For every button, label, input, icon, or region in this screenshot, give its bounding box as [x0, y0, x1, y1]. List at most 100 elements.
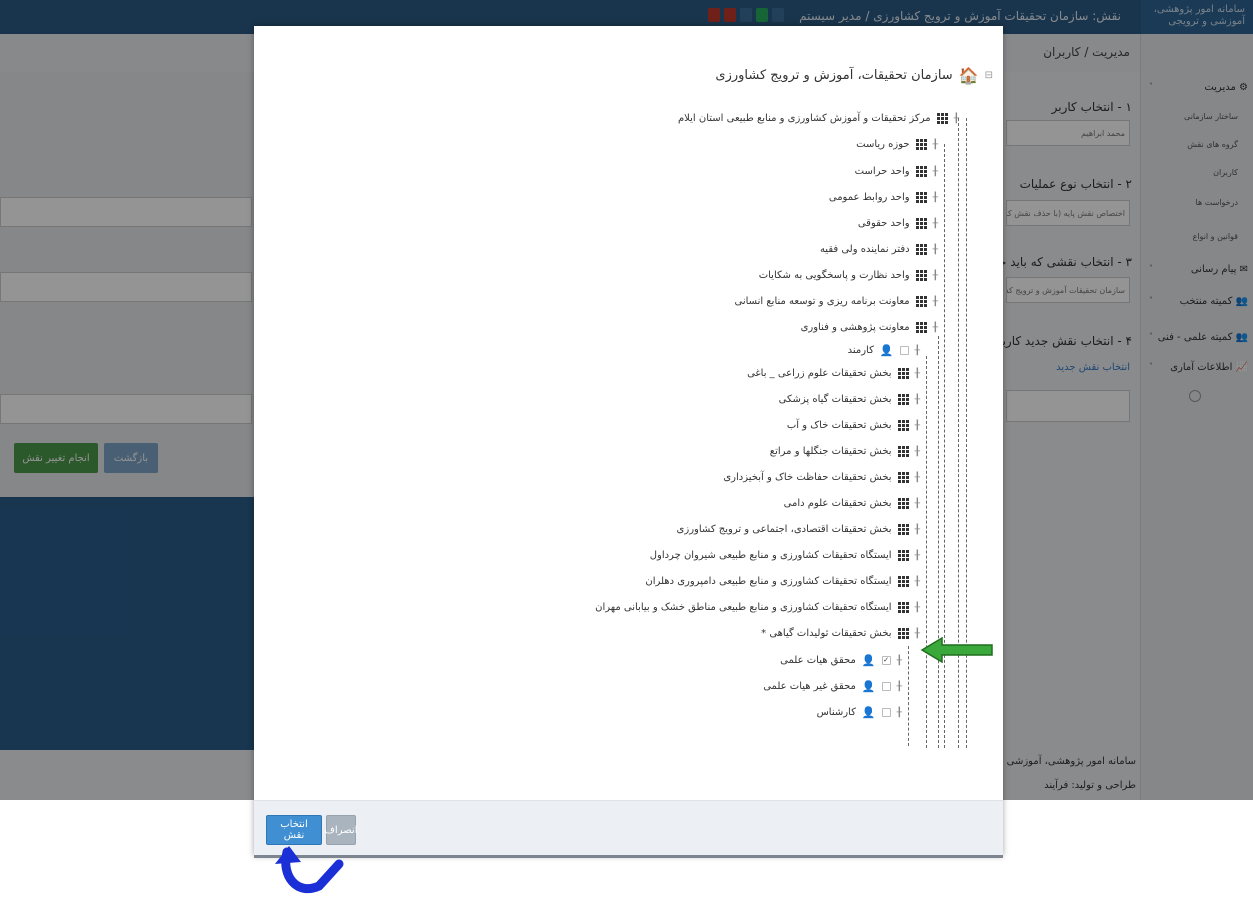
- tree-unit-node[interactable]: ╂ بخش تحقیقات جنگلها و مراتع: [770, 446, 920, 457]
- org-unit-icon: [897, 394, 909, 405]
- org-unit-icon: [897, 368, 909, 379]
- tree-unit-node[interactable]: ╂ ایستگاه تحقیقات کشاورزی و منابع طبیعی م…: [595, 602, 920, 613]
- org-unit-icon: [915, 244, 927, 255]
- tree-role-node[interactable]: ╂ 👤 کارمند: [848, 344, 920, 357]
- user-icon: 👤: [861, 654, 876, 667]
- tree-node-label: دفتر نماینده ولی فقیه: [819, 244, 910, 255]
- tree-node-label: معاونت پژوهشی و فناوری: [800, 322, 910, 333]
- tree-node-label: معاونت برنامه ریزی و توسعه منابع انسانی: [734, 296, 910, 307]
- tree-unit-node[interactable]: ╂ معاونت پژوهشی و فناوری: [801, 322, 938, 333]
- expand-toggle-icon[interactable]: ╂: [915, 551, 920, 561]
- expand-toggle-icon[interactable]: ╂: [933, 219, 938, 229]
- tree-node-label: واحد روابط عمومی: [828, 192, 910, 203]
- blue-arrow-annotation: [275, 846, 344, 894]
- org-unit-icon: [936, 113, 948, 124]
- green-arrow-annotation: [920, 637, 993, 663]
- expand-toggle-icon[interactable]: ╂: [915, 577, 920, 587]
- home-icon: 🏠: [958, 66, 979, 85]
- tree-unit-node[interactable]: ╂ بخش تحقیقات ثولیدات گیاهی *: [761, 628, 920, 639]
- expand-toggle-icon[interactable]: ╂: [933, 271, 938, 281]
- select-role-modal: ⊟ 🏠 سازمان تحقیقات، آموزش و ترویج کشاورز…: [254, 26, 1003, 858]
- expand-toggle-icon[interactable]: ╂: [915, 421, 920, 431]
- collapse-icon[interactable]: ⊟: [985, 70, 993, 81]
- expand-toggle-icon[interactable]: ╂: [915, 447, 920, 457]
- expand-toggle-icon[interactable]: ╂: [915, 525, 920, 535]
- user-icon: 👤: [861, 706, 876, 719]
- tree-unit-node[interactable]: ╂ دفتر نماینده ولی فقیه: [820, 244, 938, 255]
- tree-connector-line: [926, 356, 927, 748]
- tree-unit-node[interactable]: ╂ ایستگاه تحقیقات کشاورزی و منابع طبیعی ش…: [650, 550, 920, 561]
- expand-toggle-icon[interactable]: ╂: [897, 656, 902, 666]
- expand-toggle-icon[interactable]: ╂: [915, 369, 920, 379]
- role-checkbox[interactable]: [881, 682, 891, 691]
- tree-node-label: کارمند: [847, 345, 874, 356]
- org-unit-icon: [915, 218, 927, 229]
- expand-toggle-icon[interactable]: ╂: [915, 499, 920, 509]
- org-unit-icon: [897, 602, 909, 613]
- tree-node-label: ایستگاه تحقیقات کشاورزی و منابع طبیعی دا…: [645, 576, 892, 587]
- tree-unit-node[interactable]: ╂ واحد روابط عمومی: [829, 192, 938, 203]
- user-icon: 👤: [861, 680, 876, 693]
- tree-unit-node[interactable]: ╂ واحد نظارت و پاسخگویی به شکایات: [759, 270, 938, 281]
- tree-node-label: حوزه ریاست: [856, 139, 910, 150]
- tree-root[interactable]: ⊟ 🏠 سازمان تحقیقات، آموزش و ترویج کشاورز…: [715, 66, 993, 85]
- tree-role-node[interactable]: ╂ ✓ 👤 محقق هیات علمی: [780, 654, 902, 667]
- tree-unit-node[interactable]: ╂ بخش تحقیقات علوم زراعی _ باغی: [747, 368, 920, 379]
- tree-unit-node[interactable]: ╂ معاونت برنامه ریزی و توسعه منابع انسانی: [735, 296, 938, 307]
- expand-toggle-icon[interactable]: ╂: [933, 167, 938, 177]
- expand-toggle-icon[interactable]: ╂: [933, 245, 938, 255]
- org-unit-icon: [915, 192, 927, 203]
- expand-toggle-icon[interactable]: ╂: [933, 140, 938, 150]
- tree-node-label: ایستگاه تحقیقات کشاورزی و منابع طبیعی من…: [595, 602, 892, 613]
- expand-toggle-icon[interactable]: ╂: [933, 193, 938, 203]
- org-unit-icon: [915, 270, 927, 281]
- tree-node-label: بخش تحقیقات علوم دامی: [783, 498, 892, 509]
- tree-connector-line: [908, 646, 909, 746]
- org-unit-icon: [897, 550, 909, 561]
- expand-toggle-icon[interactable]: ╂: [915, 346, 920, 356]
- expand-toggle-icon[interactable]: ╂: [915, 473, 920, 483]
- role-checkbox[interactable]: [899, 346, 909, 355]
- expand-toggle-icon[interactable]: ╂: [915, 603, 920, 613]
- org-unit-icon: [897, 628, 909, 639]
- expand-toggle-icon[interactable]: ╂: [915, 395, 920, 405]
- select-role-button[interactable]: انتخاب نقش: [266, 815, 322, 845]
- tree-node-label: مرکز تحقیقات و آموزش کشاورزی و منابع طبی…: [677, 113, 931, 124]
- tree-node-label: محقق هیات علمی: [780, 655, 856, 666]
- expand-toggle-icon[interactable]: ╂: [897, 682, 902, 692]
- tree-role-node[interactable]: ╂ 👤 کارشناس: [817, 706, 902, 719]
- tree-node-label: بخش تحقیقات حفاظت خاک و آبخیزداری: [723, 472, 892, 483]
- tree-connector-line: [938, 336, 939, 748]
- expand-toggle-icon[interactable]: ╂: [933, 323, 938, 333]
- tree-node-label: ایستگاه تحقیقات کشاورزی و منابع طبیعی شی…: [649, 550, 892, 561]
- tree-unit-node[interactable]: ╂ ایستگاه تحقیقات کشاورزی و منابع طبیعی د…: [645, 576, 920, 587]
- tree-unit-node[interactable]: ╂ بخش تحقیقات اقتصادی، اجتماعی و ترویج کش…: [677, 524, 920, 535]
- role-tree: ⊟ 🏠 سازمان تحقیقات، آموزش و ترویج کشاورز…: [254, 26, 1003, 748]
- role-checkbox[interactable]: ✓: [881, 656, 891, 665]
- tree-node-label: بخش تحقیقات خاک و آب: [786, 420, 892, 431]
- tree-node-label: بخش تحقیقات اقتصادی، اجتماعی و ترویج کشا…: [676, 524, 892, 535]
- expand-toggle-icon[interactable]: ╂: [897, 708, 902, 718]
- org-unit-icon: [897, 524, 909, 535]
- org-unit-icon: [897, 498, 909, 509]
- tree-role-node[interactable]: ╂ 👤 محقق غیر هیات علمی: [763, 680, 902, 693]
- tree-root-title: سازمان تحقیقات، آموزش و ترویج کشاورزی: [715, 68, 953, 83]
- cancel-button[interactable]: انصراف: [325, 815, 357, 845]
- tree-unit-node[interactable]: ╂ حوزه ریاست: [856, 139, 938, 150]
- expand-toggle-icon[interactable]: ╂: [933, 297, 938, 307]
- tree-node-label: بخش تحقیقات گیاه پزشکی: [778, 394, 892, 405]
- org-unit-icon: [897, 420, 909, 431]
- org-unit-icon: [915, 166, 927, 177]
- tree-unit-node[interactable]: ╂ واحد حراست: [855, 166, 938, 177]
- tree-unit-node[interactable]: ╂ مرکز تحقیقات و آموزش کشاورزی و منابع طب…: [678, 113, 959, 124]
- role-checkbox[interactable]: [881, 708, 891, 717]
- modal-footer: انتخاب نقش انصراف: [254, 800, 1003, 858]
- tree-unit-node[interactable]: ╂ بخش تحقیقات گیاه پزشکی: [779, 394, 920, 405]
- org-unit-icon: [915, 139, 927, 150]
- tree-node-label: بخش تحقیقات علوم زراعی _ باغی: [747, 368, 892, 379]
- tree-node-label: واحد حراست: [854, 166, 910, 177]
- tree-unit-node[interactable]: ╂ واحد حقوقی: [858, 218, 938, 229]
- tree-unit-node[interactable]: ╂ بخش تحقیقات حفاظت خاک و آبخیزداری: [723, 472, 920, 483]
- tree-unit-node[interactable]: ╂ بخش تحقیقات علوم دامی: [784, 498, 920, 509]
- tree-unit-node[interactable]: ╂ بخش تحقیقات خاک و آب: [787, 420, 920, 431]
